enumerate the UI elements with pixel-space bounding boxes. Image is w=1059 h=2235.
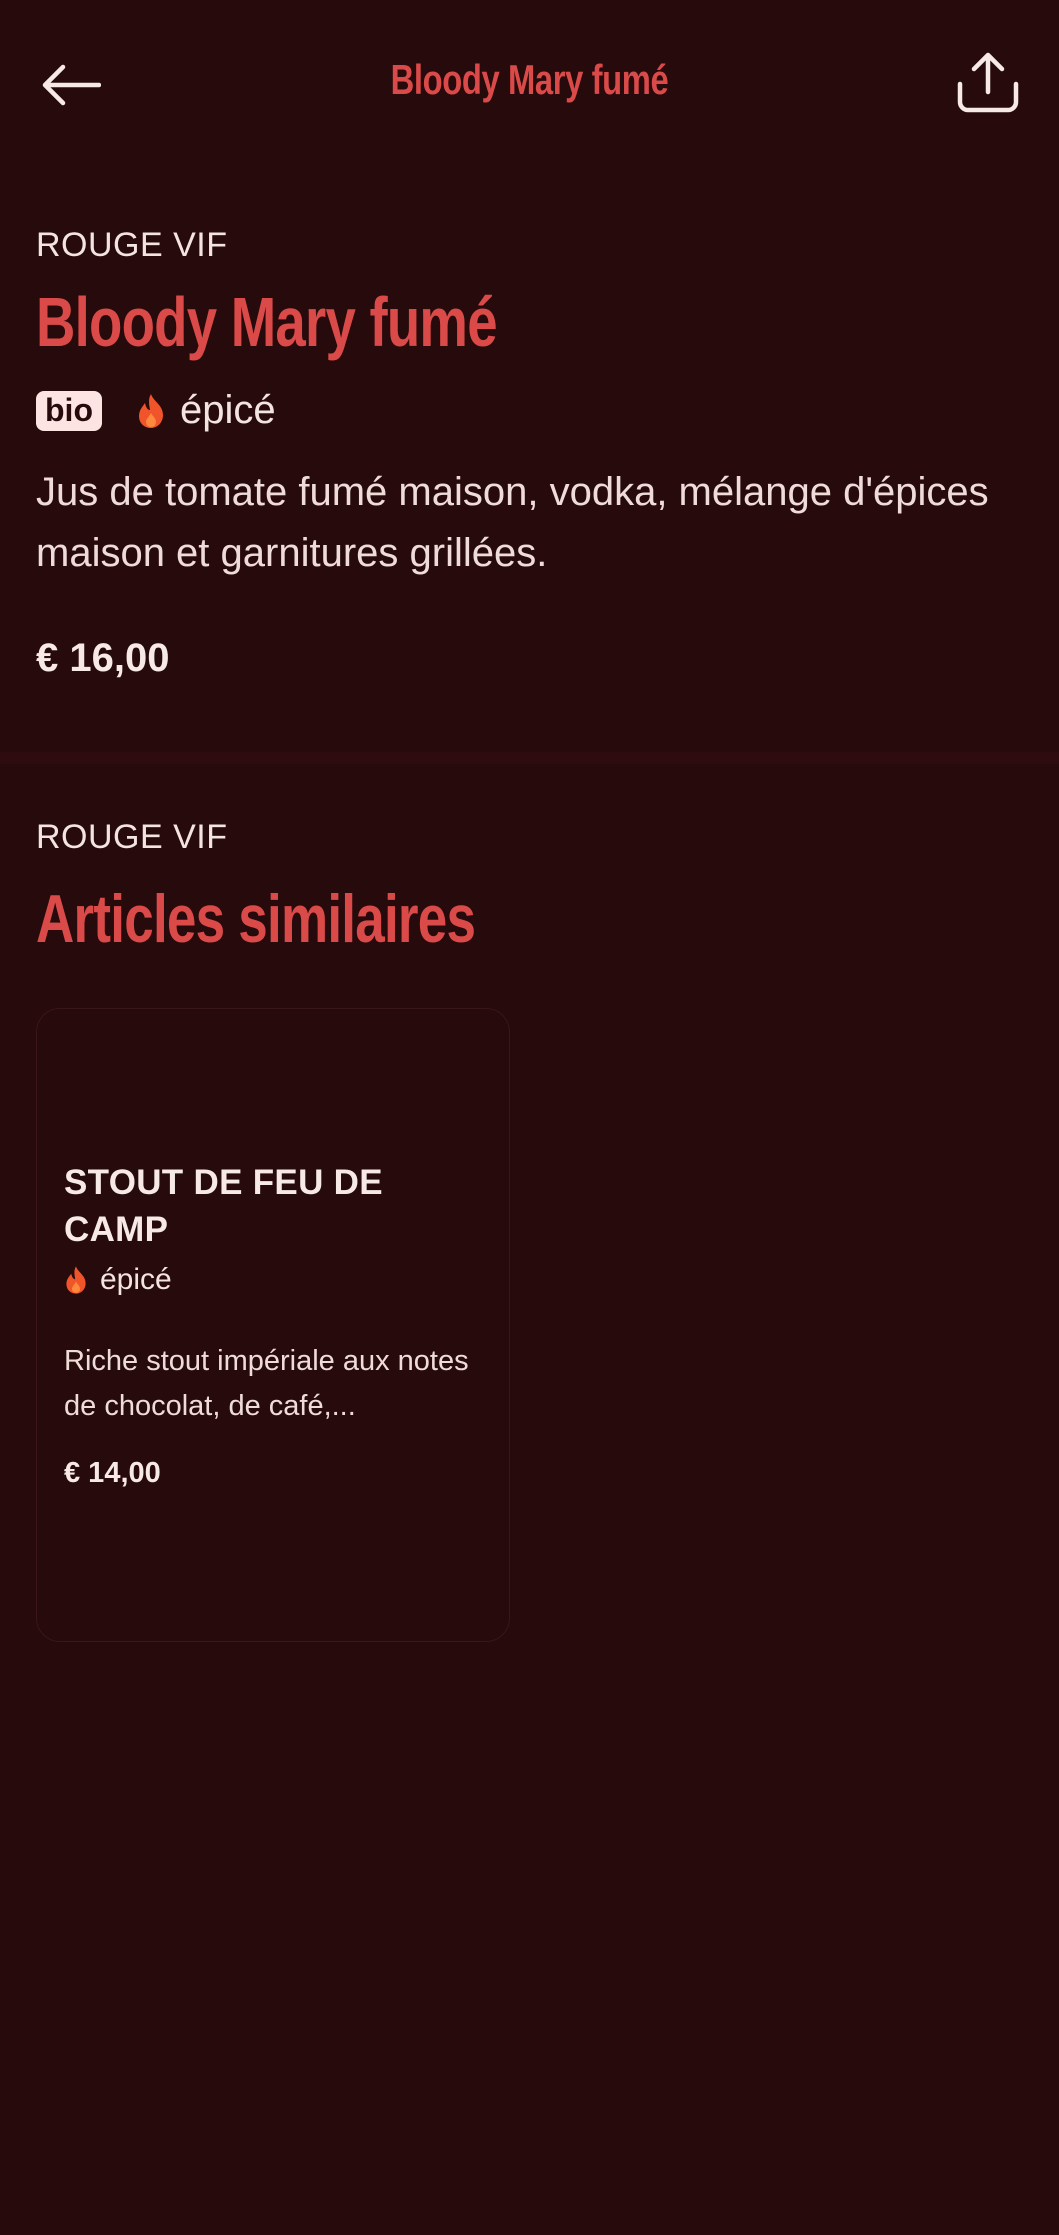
item-name: Bloody Mary fumé — [36, 283, 498, 361]
item-detail: ROUGE VIF Bloody Mary fumé bio épicé Jus… — [0, 170, 1059, 760]
item-price: € 16,00 — [36, 636, 170, 680]
card-item-name: STOUT DE FEU DE CAMP — [64, 1163, 383, 1249]
share-icon — [957, 52, 1019, 113]
similar-title: Articles similaires — [36, 881, 476, 957]
card-item-price: € 14,00 — [64, 1457, 161, 1489]
similar-category: ROUGE VIF — [36, 818, 228, 856]
flame-icon — [66, 1266, 86, 1294]
share-button[interactable] — [951, 46, 1025, 120]
page-title: Bloody Mary fumé — [390, 56, 669, 103]
item-tags: bio épicé — [36, 388, 276, 433]
arrow-left-icon — [42, 64, 101, 106]
similar-item-card[interactable]: STOUT DE FEU DE CAMP épicé Riche stout i… — [36, 1008, 510, 1642]
spicy-tag: épicé — [136, 388, 276, 433]
item-category: ROUGE VIF — [36, 226, 228, 264]
card-spicy-label: épicé — [100, 1263, 172, 1296]
top-bar: Bloody Mary fumé — [0, 0, 1059, 170]
bio-badge: bio — [36, 390, 102, 431]
item-description: Jus de tomate fumé maison, vodka, mélang… — [36, 470, 989, 575]
card-item-description: Riche stout impériale aux notes de choco… — [64, 1345, 469, 1422]
back-button[interactable] — [34, 50, 108, 120]
section-divider — [0, 752, 1059, 764]
flame-icon — [138, 393, 163, 428]
spicy-label: épicé — [179, 388, 276, 432]
item-detail-page: Bloody Mary fumé ROUGE VIF Bloody Mary f… — [0, 0, 1059, 2235]
card-spicy-tag: épicé — [64, 1263, 172, 1297]
